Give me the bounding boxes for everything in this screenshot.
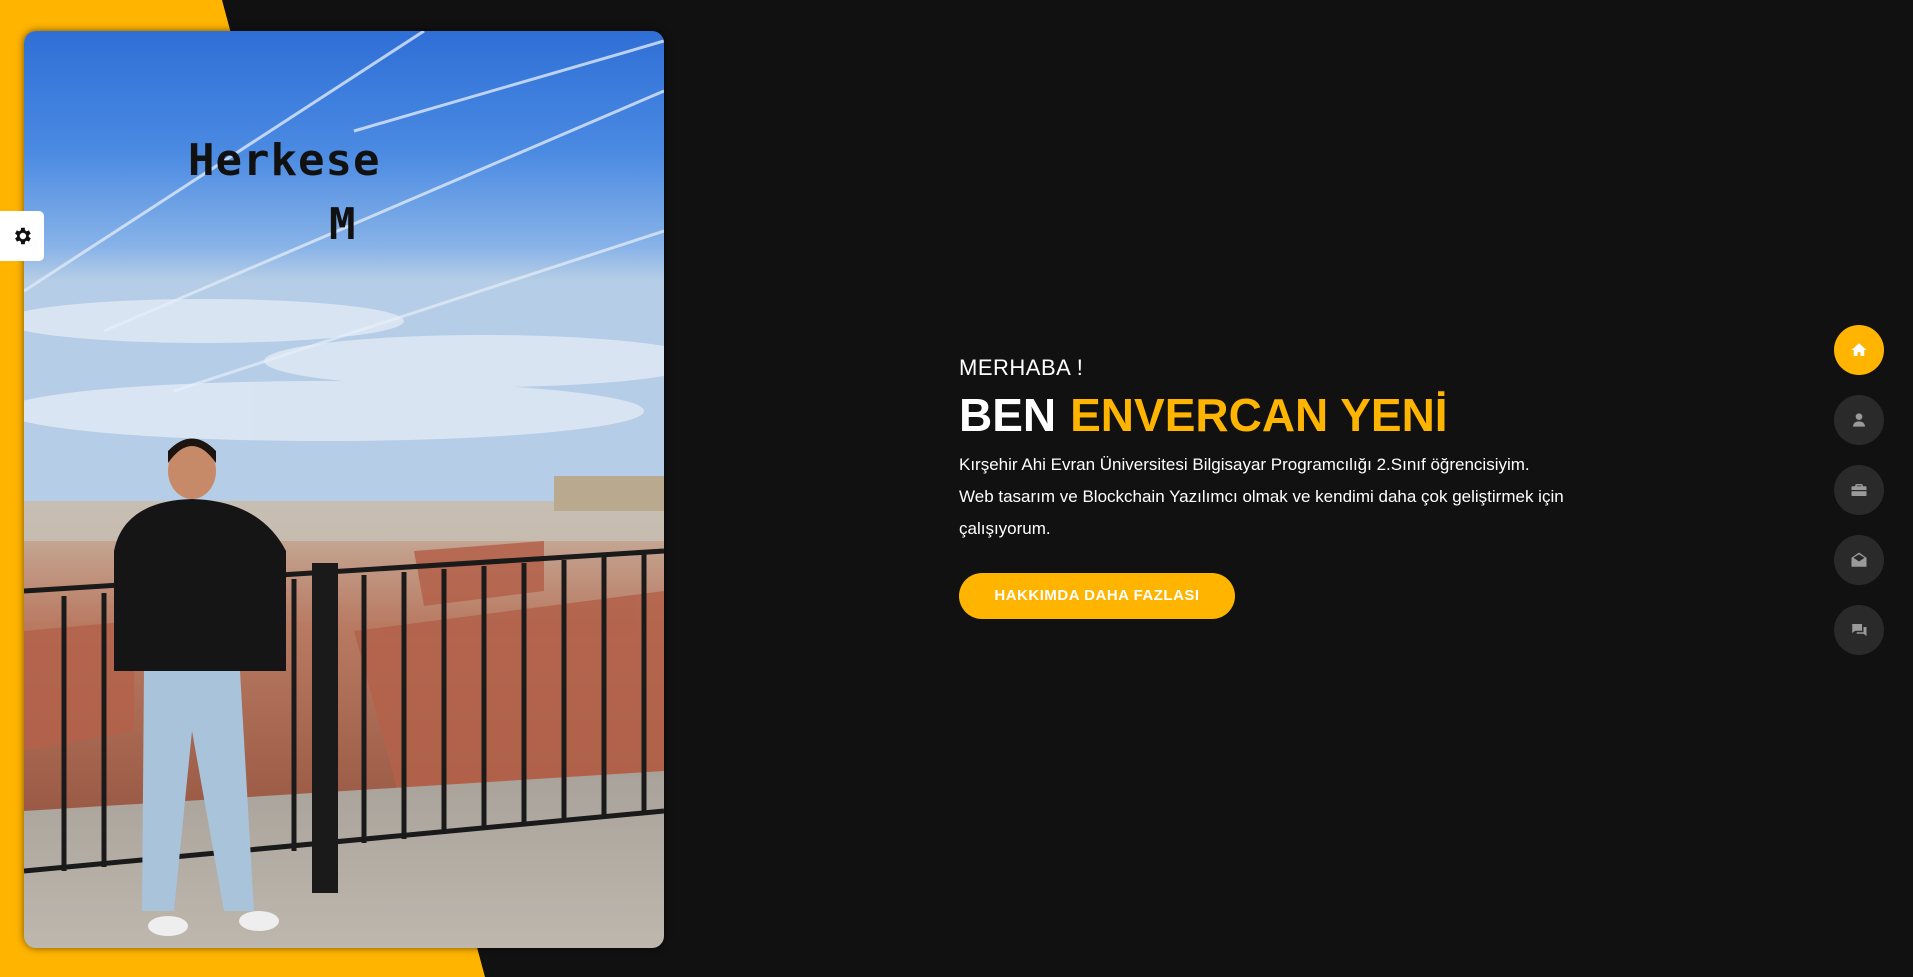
briefcase-icon (1851, 484, 1867, 496)
hero-description: Kırşehir Ahi Evran Üniversitesi Bilgisay… (959, 455, 1564, 538)
gear-icon (15, 227, 31, 245)
photo-overlay-text-1: Herkese (188, 135, 381, 186)
nav-home-button[interactable] (1834, 325, 1884, 375)
photo-overlay-text-2: M (329, 199, 357, 250)
side-navigation (1834, 325, 1884, 675)
envelope-open-icon (1851, 552, 1867, 567)
profile-photo: Herkese M (24, 31, 664, 948)
hero-section: MERHABA ! BEN ENVERCAN YENİ Kırşehir Ahi … (959, 355, 1569, 619)
nav-blog-button[interactable] (1834, 605, 1884, 655)
hero-name: ENVERCAN YENİ (1070, 389, 1448, 441)
hero-title: BEN ENVERCAN YENİ (959, 387, 1569, 443)
more-about-me-button[interactable]: HAKKIMDA DAHA FAZLASI (959, 573, 1235, 619)
page: Herkese M MERHABA ! BEN ENVERCAN YENİ Kır… (0, 0, 1913, 977)
nav-about-button[interactable] (1834, 395, 1884, 445)
home-icon (1851, 343, 1867, 356)
comments-icon (1851, 624, 1867, 636)
nav-contact-button[interactable] (1834, 535, 1884, 585)
user-icon (1853, 413, 1865, 427)
name-prefix: BEN (959, 389, 1057, 441)
greeting-text: MERHABA ! (959, 355, 1084, 380)
nav-portfolio-button[interactable] (1834, 465, 1884, 515)
settings-toggle-button[interactable] (0, 211, 44, 261)
